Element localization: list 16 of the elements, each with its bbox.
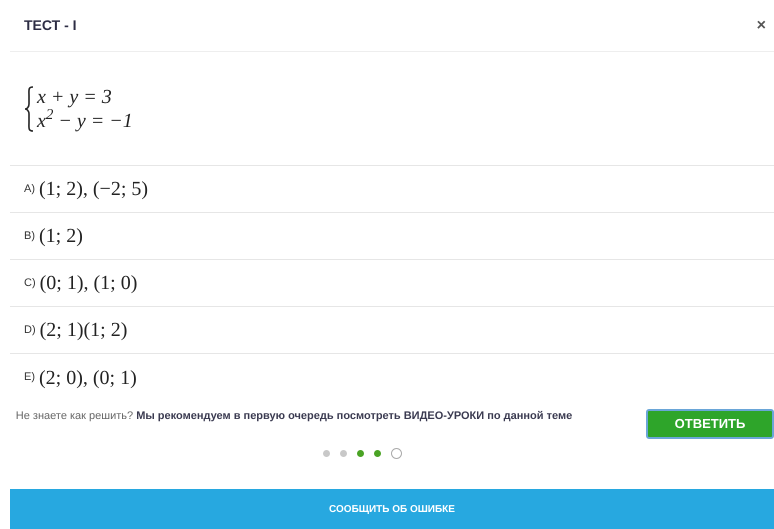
option-answer: (2; 0), (0; 1) [39,366,137,390]
option-letter: A) [24,182,35,197]
option-answer: (1; 2), (−2; 5) [39,177,148,202]
brace-icon [24,86,34,132]
hint-text: Не знаете как решить? Мы рекомендуем в первую очередь посмотреть ВИДЕО-УРОКИ по данной теме [14,409,574,424]
dialog-title: ТЕСТ - I [24,16,77,35]
option-answer: (2; 1)(1; 2) [40,318,128,343]
close-button[interactable]: × [756,18,766,34]
option-letter: C) [24,276,36,291]
option-letter: D) [24,322,36,338]
equation-line: x + y = 3 [37,84,113,108]
equation-line: x$^{2}$ − y = −1 [37,108,133,132]
option-answer: (0; 1), (1; 0) [40,271,138,296]
option-letter: E) [24,370,35,386]
option-answer: (1; 2) [39,224,83,249]
option-letter: B) [24,228,35,244]
